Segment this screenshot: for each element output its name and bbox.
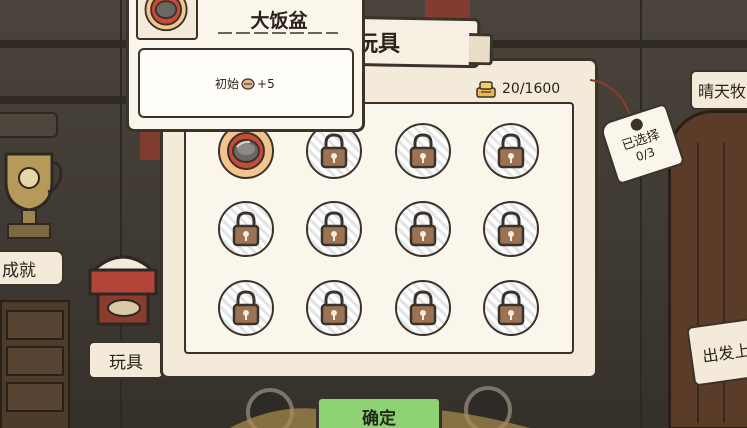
toy-box-icon [88,255,158,326]
food-bowl-icon [227,132,265,170]
trophy-icon [4,152,62,239]
tooltip-item-name: 大饭盆 [250,10,308,32]
padlock-icon [409,290,437,326]
padlock-icon [320,290,348,326]
achievement-label: 成就 [2,260,36,281]
toy-slot-locked[interactable] [395,123,451,179]
depart-label: 出发上 [701,340,747,367]
toy-slot-locked[interactable] [218,280,274,336]
toy-label: 玩具 [109,352,143,373]
weather-sign[interactable]: 晴天牧 [690,70,747,110]
padlock-icon [497,211,525,247]
padlock-icon [232,211,260,247]
coin-display: 20/1600 [476,78,560,100]
toy-slot-locked[interactable] [395,280,451,336]
padlock-icon [409,133,437,169]
toy-slot-locked[interactable] [483,123,539,179]
tooltip-icon-frame [136,0,198,40]
achievement-sign[interactable]: 成就 [0,250,64,286]
cabinet-drawer [6,382,64,412]
tag-hole [629,117,645,133]
weather-label: 晴天牧 [698,82,747,101]
padlock-icon [409,211,437,247]
padlock-icon [497,133,525,169]
padlock-icon [497,290,525,326]
toy-slot-locked[interactable] [483,280,539,336]
desc-suffix: +5 [257,76,275,91]
cabinet-drawer [6,310,64,340]
padlock-icon [232,290,260,326]
depart-sign[interactable]: 出发上 [686,317,747,387]
coin-stack-icon [476,81,496,98]
padlock-icon [320,211,348,247]
title-underline [218,32,338,34]
toy-slot-locked[interactable] [483,201,539,257]
food-bowl-icon [144,0,188,32]
toy-slot-locked[interactable] [306,201,362,257]
wall-divider [640,0,642,428]
confirm-button[interactable]: 确定 [316,396,442,428]
toy-sign[interactable]: 玩具 [88,341,164,379]
padlock-icon [320,133,348,169]
cabinet [0,300,70,428]
toy-slot-locked[interactable] [306,280,362,336]
tab-flap [468,32,494,66]
desc-prefix: 初始 [215,77,240,91]
trophy-shelf [0,112,58,138]
toy-slot-locked[interactable] [395,201,451,257]
cabinet-drawer [6,346,64,376]
dried-fish-icon [241,77,255,90]
toy-slot-locked[interactable] [218,201,274,257]
confirm-label: 确定 [362,408,396,428]
tooltip-desc: 初始 +5 [215,75,275,92]
coin-count: 20/1600 [502,81,561,97]
